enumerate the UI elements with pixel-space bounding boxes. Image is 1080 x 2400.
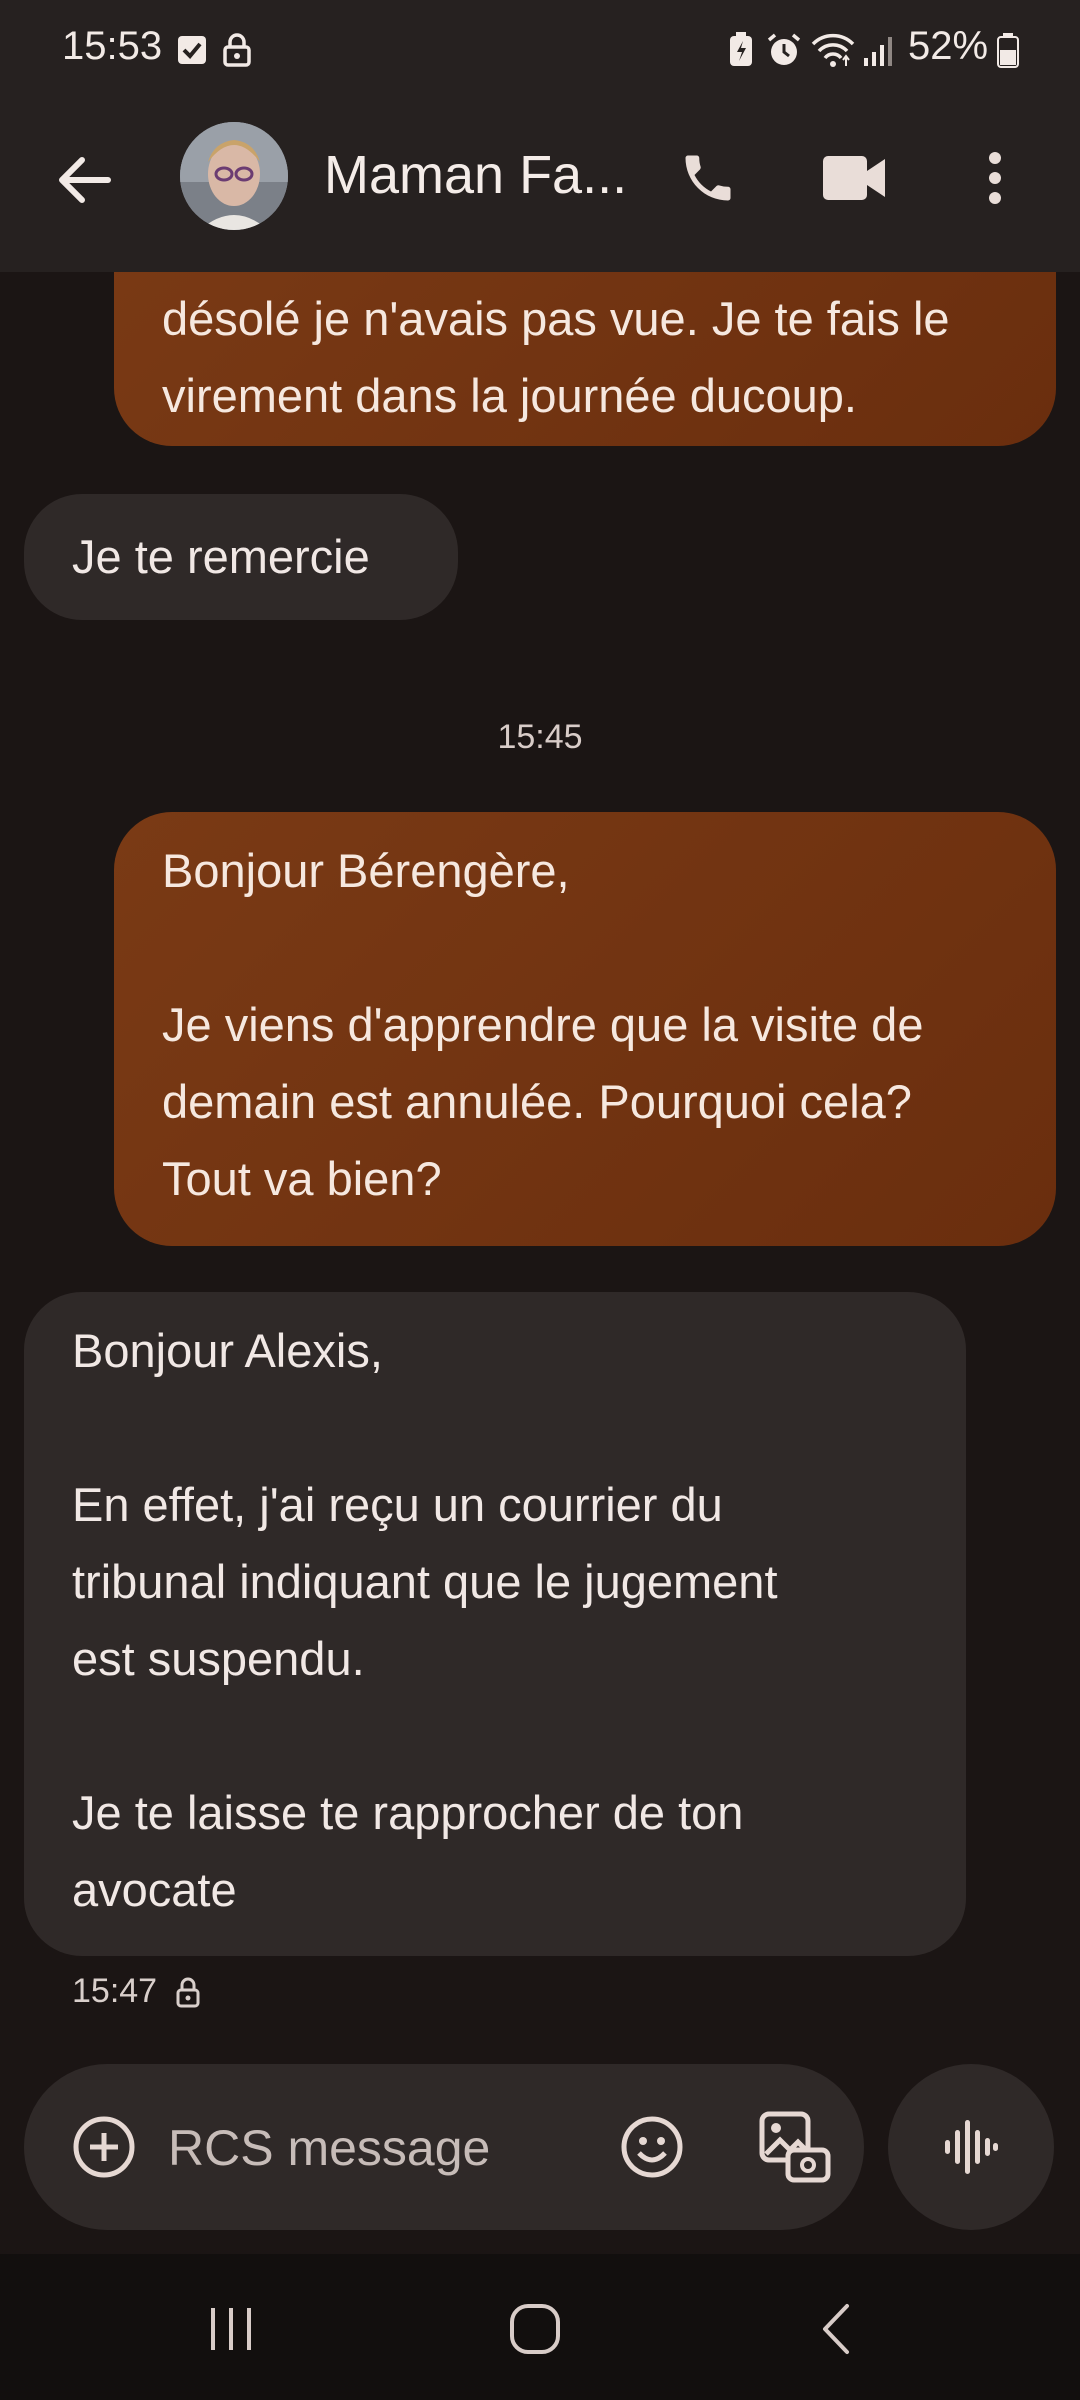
signal-icon [862, 30, 898, 70]
outgoing-message-bubble[interactable]: Bonjour Bérengère, Je viens d'apprendre … [114, 812, 1056, 1246]
contact-photo [180, 122, 288, 230]
more-vert-icon [989, 152, 1001, 204]
arrow-back-icon [59, 157, 111, 203]
outgoing-message-bubble[interactable]: désolé je n'avais pas vue. Je te fais le… [114, 272, 1056, 446]
contact-name[interactable]: Maman Fa... [324, 144, 627, 206]
conversation-header: Maman Fa... [0, 100, 1080, 272]
phone-icon [685, 155, 731, 201]
more-options-button[interactable] [960, 136, 1030, 220]
recent-apps-button[interactable] [176, 2284, 286, 2374]
message-composer [24, 2064, 864, 2230]
voice-waveform-icon [945, 2120, 998, 2174]
chevron-left-icon [823, 2304, 849, 2354]
system-navigation-bar [0, 2254, 1080, 2400]
emoji-icon [621, 2116, 683, 2178]
back-button[interactable] [44, 140, 124, 220]
video-call-button[interactable] [812, 136, 896, 220]
message-meta: 15:47 [72, 1972, 201, 2011]
messaging-screen: 15:53 52% Maman Fa... désolé je n'avais … [0, 0, 1080, 2400]
incoming-message-bubble[interactable]: Bonjour Alexis, En effet, j'ai reçu un c… [24, 1292, 966, 1956]
home-button[interactable] [480, 2284, 590, 2374]
message-thread[interactable]: désolé je n'avais pas vue. Je te fais le… [0, 272, 1080, 2052]
avatar[interactable] [180, 122, 288, 230]
emoji-button[interactable] [612, 2107, 692, 2187]
gallery-icon [759, 2111, 831, 2183]
status-bar: 15:53 52% [0, 0, 1080, 100]
recents-icon [211, 2308, 251, 2350]
attach-button[interactable] [64, 2107, 144, 2187]
message-time: 15:47 [72, 1972, 158, 2010]
alarm-icon [766, 30, 802, 70]
wifi-icon [810, 30, 856, 70]
status-time: 15:53 [62, 24, 163, 68]
message-input[interactable] [166, 2112, 610, 2184]
battery-percentage: 52% [908, 24, 989, 68]
videocam-icon [823, 156, 885, 200]
incoming-message-bubble[interactable]: Je te remercie [24, 494, 458, 620]
add-circle-icon [73, 2116, 135, 2178]
battery-saver-icon [728, 30, 754, 70]
home-icon [510, 2304, 560, 2354]
call-button[interactable] [666, 136, 750, 220]
back-nav-button[interactable] [782, 2284, 892, 2374]
checkbox-notification-icon [176, 30, 208, 70]
voice-message-button[interactable] [888, 2064, 1054, 2230]
lock-icon [176, 1977, 200, 2007]
message-timestamp: 15:45 [497, 718, 583, 756]
gallery-button[interactable] [750, 2102, 840, 2192]
lock-notification-icon [222, 30, 252, 70]
battery-icon [996, 30, 1020, 70]
